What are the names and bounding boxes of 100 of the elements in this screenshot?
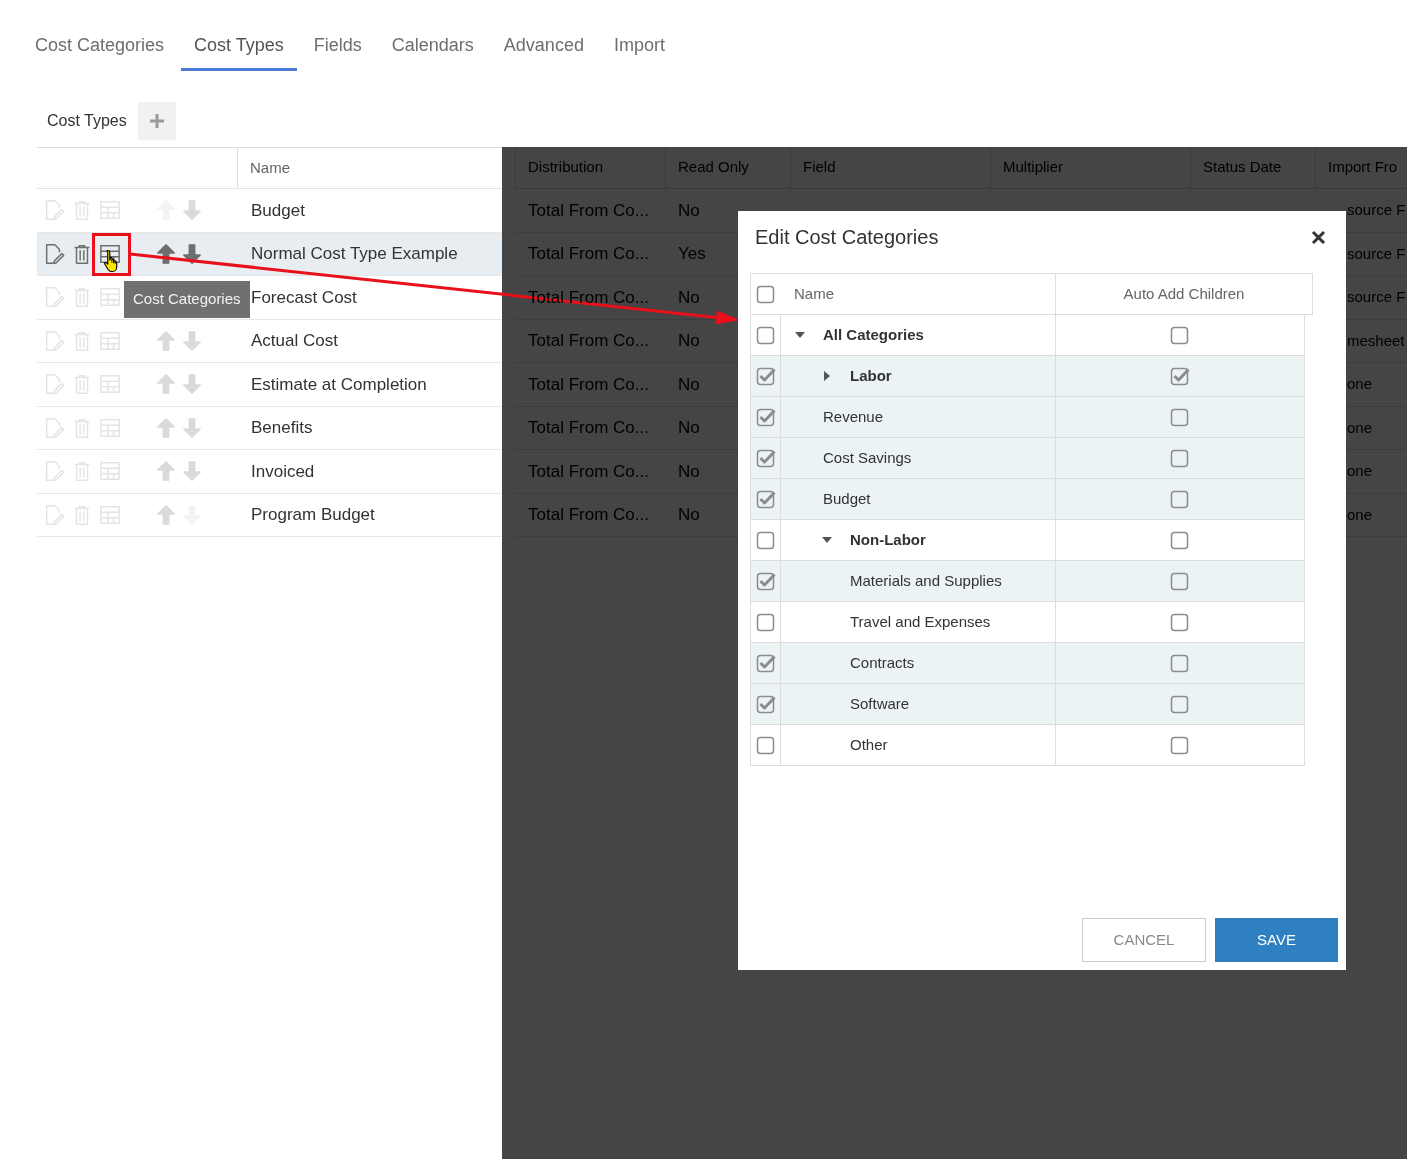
distribution-value: Total From Co... (528, 330, 649, 352)
caret-down-icon[interactable] (822, 537, 832, 543)
category-row[interactable]: Budget (750, 479, 1305, 520)
checkbox[interactable] (1170, 366, 1190, 386)
distribution-value: Total From Co... (528, 460, 649, 483)
clipped-value: one (1347, 417, 1373, 438)
category-name: Materials and Supplies (850, 570, 1002, 591)
distribution-value: Total From Co... (528, 504, 649, 526)
edit-icon[interactable] (43, 242, 65, 265)
checkbox[interactable] (1170, 448, 1190, 468)
distribution-value: Total From Co... (528, 373, 649, 396)
category-row[interactable]: Materials and Supplies (750, 561, 1305, 602)
checkbox[interactable] (755, 694, 776, 714)
category-name: Travel and Expenses (850, 611, 991, 632)
table-icon[interactable] (99, 242, 121, 265)
tab[interactable]: Cost Types (181, 22, 297, 71)
checkbox[interactable] (1170, 571, 1190, 591)
checkbox[interactable] (755, 571, 776, 591)
tab[interactable]: Cost Categories (22, 22, 178, 71)
category-name: Software (850, 693, 910, 714)
read-only-value: No (678, 330, 700, 352)
checkbox[interactable] (1170, 407, 1190, 427)
checkbox[interactable] (1170, 653, 1190, 673)
clipped-value: mesheet (1347, 330, 1405, 351)
checkbox[interactable] (755, 612, 776, 632)
checkbox[interactable] (1170, 489, 1190, 509)
highlight-frame (92, 233, 131, 276)
read-only-value: No (678, 504, 700, 526)
category-row[interactable]: Cost Savings (750, 438, 1305, 479)
cost-type-name: Invoiced (250, 460, 315, 483)
clipped-value: one (1347, 374, 1373, 394)
checkbox[interactable] (755, 366, 776, 386)
arrow-down-icon[interactable] (181, 242, 203, 265)
read-only-value: No (678, 460, 700, 483)
category-row[interactable]: Revenue (750, 397, 1305, 438)
cost-type-name: Benefits (250, 417, 313, 439)
cost-type-name: Actual Cost (250, 330, 338, 352)
checkbox[interactable] (755, 653, 776, 673)
cost-type-name: Normal Cost Type Example (250, 243, 458, 265)
category-name: Contracts (850, 652, 915, 673)
column-header: Field (803, 157, 836, 178)
read-only-value: No (678, 286, 700, 309)
cost-type-name: Estimate at Completion (250, 373, 427, 396)
category-row[interactable]: Contracts (750, 643, 1305, 684)
checkbox[interactable] (1170, 325, 1190, 345)
clipped-value: source F (1347, 243, 1406, 264)
dialog-title: Edit Cost Categories (755, 225, 939, 250)
plus-icon (148, 113, 165, 129)
distribution-value: Total From Co... (528, 199, 649, 222)
close-icon (1311, 229, 1326, 245)
cost-type-name: Forecast Cost (250, 286, 357, 309)
table-row[interactable]: Normal Cost Type Example (37, 232, 502, 276)
checkbox[interactable] (755, 489, 776, 509)
checkbox[interactable] (1170, 612, 1190, 632)
read-only-value: Yes (678, 243, 706, 265)
category-row[interactable]: Other (750, 725, 1305, 766)
tab[interactable]: Advanced (490, 22, 597, 71)
save-button[interactable]: SAVE (1215, 918, 1338, 962)
tab[interactable]: Import (600, 22, 678, 71)
category-row[interactable]: Labor (750, 356, 1305, 397)
add-button[interactable] (137, 102, 176, 140)
category-row[interactable]: Software (750, 684, 1305, 725)
caret-right-icon[interactable] (824, 371, 830, 381)
category-name: Labor (850, 365, 892, 386)
checkbox[interactable] (1170, 694, 1190, 714)
distribution-value: Total From Co... (528, 417, 649, 439)
cost-type-name: Program Budget (250, 504, 375, 526)
checkbox[interactable] (755, 735, 776, 755)
clipped-value: source F (1347, 200, 1406, 220)
column-header: Read Only (678, 157, 749, 178)
tooltip: Cost Categories (124, 281, 250, 318)
checkbox[interactable] (755, 325, 776, 345)
tab[interactable]: Calendars (378, 22, 487, 71)
category-name: All Categories (823, 324, 924, 345)
checkbox[interactable] (1170, 735, 1190, 755)
read-only-value: No (678, 417, 700, 439)
checkbox[interactable] (1170, 530, 1190, 550)
column-header: Name (794, 283, 834, 304)
checkbox[interactable] (755, 530, 776, 550)
clipped-value: one (1347, 504, 1373, 525)
category-name: Budget (823, 488, 871, 509)
column-header: Auto Add Children (1123, 283, 1245, 304)
checkbox[interactable] (756, 284, 776, 304)
column-header: Multiplier (1003, 157, 1063, 178)
clipped-value: source F (1347, 287, 1406, 307)
category-name: Other (850, 734, 888, 755)
section-title: Cost Types (47, 111, 127, 131)
column-header: Distribution (528, 157, 604, 178)
distribution-value: Total From Co... (528, 243, 649, 265)
column-header: Name (250, 157, 290, 178)
cost-type-name: Budget (250, 199, 305, 222)
checkbox[interactable] (755, 407, 776, 427)
column-header: Import Fro (1328, 157, 1398, 178)
arrow-up-icon[interactable] (155, 242, 177, 265)
caret-down-icon[interactable] (795, 332, 805, 338)
checkbox[interactable] (755, 448, 776, 468)
tab[interactable]: Fields (300, 22, 375, 71)
column-header: Status Date (1203, 157, 1282, 178)
close-button[interactable] (1311, 229, 1326, 245)
read-only-value: No (678, 199, 700, 222)
